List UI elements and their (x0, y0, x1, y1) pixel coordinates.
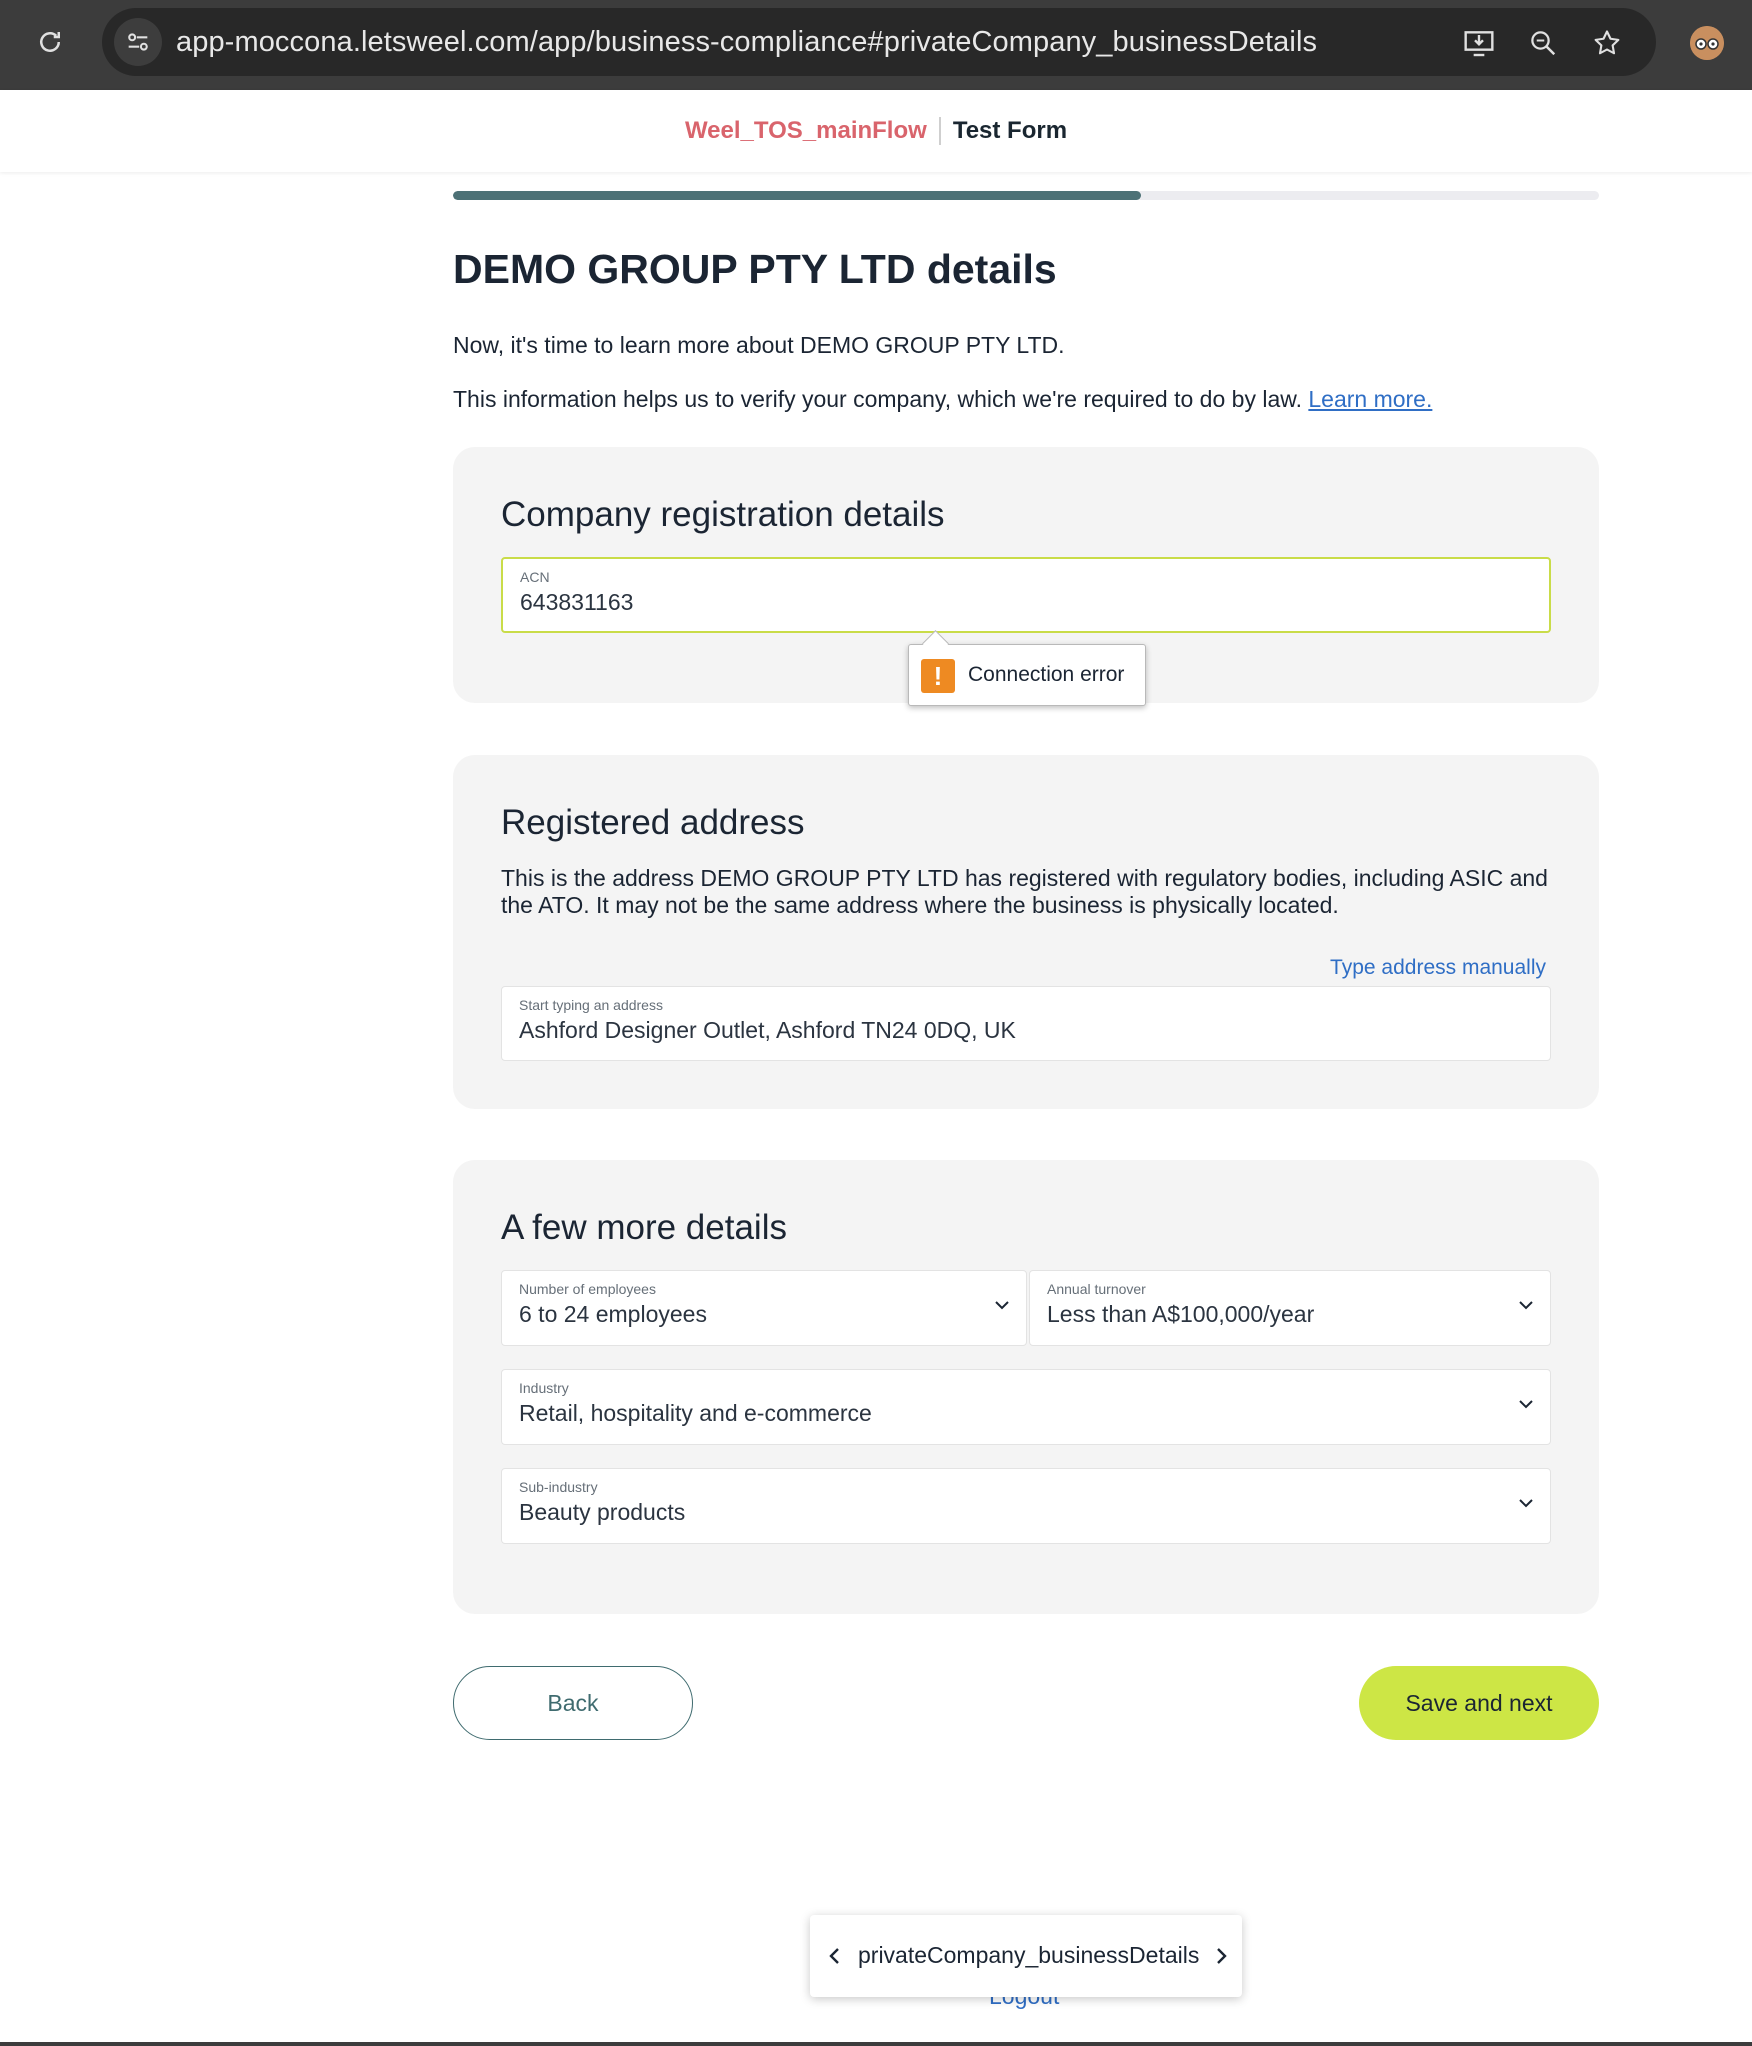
app-header: Weel_TOS_mainFlow Test Form (0, 90, 1752, 172)
window-bottom-edge (0, 2042, 1752, 2046)
turnover-value: Less than A$100,000/year (1047, 1301, 1315, 1327)
type-address-manually-link[interactable]: Type address manually (1330, 956, 1546, 980)
subindustry-label: Sub-industry (519, 1479, 598, 1495)
bookmark-star-icon[interactable] (1590, 26, 1624, 60)
step-name: privateCompany_businessDetails (858, 1942, 1200, 1968)
address-input-value: Ashford Designer Outlet, Ashford TN24 0D… (519, 1017, 1016, 1043)
industry-label: Industry (519, 1380, 569, 1396)
address-input-label: Start typing an address (519, 997, 663, 1013)
error-message: Connection error (968, 663, 1125, 686)
address-input[interactable]: Start typing an address Ashford Designer… (501, 986, 1551, 1061)
more-details-card: A few more details Number of employees 6… (453, 1160, 1599, 1614)
form-name: Test Form (952, 117, 1068, 144)
address-bar[interactable]: app-moccona.letsweel.com/app/business-co… (102, 8, 1656, 76)
subindustry-value: Beauty products (519, 1499, 686, 1525)
industry-value: Retail, hospitality and e-commerce (519, 1400, 872, 1426)
app-brand: Weel_TOS_mainFlow Test Form (0, 90, 1752, 172)
address-heading: Registered address (501, 803, 805, 842)
progress-bar (453, 191, 1599, 200)
back-button[interactable]: Back (453, 1666, 693, 1740)
chevron-down-icon (1519, 1301, 1533, 1310)
address-card: Registered address This is the address D… (453, 755, 1599, 1109)
industry-select[interactable]: Industry Retail, hospitality and e-comme… (501, 1369, 1551, 1445)
zoom-icon[interactable] (1526, 26, 1560, 60)
subindustry-select[interactable]: Sub-industry Beauty products (501, 1468, 1551, 1544)
flow-name: Weel_TOS_mainFlow (684, 117, 927, 144)
info-sentence: This information helps us to verify your… (453, 386, 1302, 412)
acn-value: 643831163 (520, 589, 634, 615)
intro-text: Now, it's time to learn more about DEMO … (453, 332, 1065, 358)
step-navigator: privateCompany_businessDetails (810, 1915, 1242, 1997)
save-and-next-button[interactable]: Save and next (1359, 1666, 1599, 1740)
warning-icon: ! (921, 659, 955, 693)
learn-more-link[interactable]: Learn more. (1308, 386, 1432, 412)
progress-fill (453, 191, 1141, 200)
address-description: This is the address DEMO GROUP PTY LTD h… (501, 865, 1548, 918)
info-text: This information helps us to verify your… (453, 386, 1432, 413)
registration-heading: Company registration details (501, 495, 945, 534)
employees-select[interactable]: Number of employees 6 to 24 employees (501, 1270, 1027, 1346)
chevron-left-icon[interactable] (824, 1943, 846, 1969)
page-title: DEMO GROUP PTY LTD details (453, 246, 1057, 292)
reload-icon[interactable] (30, 22, 70, 62)
chevron-right-icon[interactable] (1210, 1943, 1232, 1969)
turnover-label: Annual turnover (1047, 1281, 1146, 1297)
chevron-down-icon (995, 1301, 1009, 1310)
browser-toolbar: app-moccona.letsweel.com/app/business-co… (0, 0, 1752, 90)
profile-avatar-icon[interactable] (1690, 26, 1724, 60)
url-text[interactable]: app-moccona.letsweel.com/app/business-co… (176, 8, 1317, 76)
connection-error-tooltip: ! Connection error (908, 630, 1146, 706)
chevron-down-icon (1519, 1400, 1533, 1409)
install-app-icon[interactable] (1462, 26, 1496, 60)
site-settings-icon[interactable] (114, 18, 162, 66)
chevron-down-icon (1519, 1499, 1533, 1508)
employees-value: 6 to 24 employees (519, 1301, 707, 1327)
acn-label: ACN (520, 569, 550, 585)
more-details-heading: A few more details (501, 1208, 787, 1247)
employees-label: Number of employees (519, 1281, 656, 1297)
turnover-select[interactable]: Annual turnover Less than A$100,000/year (1029, 1270, 1551, 1346)
acn-field[interactable]: ACN 643831163 (501, 557, 1551, 633)
header-divider (938, 117, 941, 145)
